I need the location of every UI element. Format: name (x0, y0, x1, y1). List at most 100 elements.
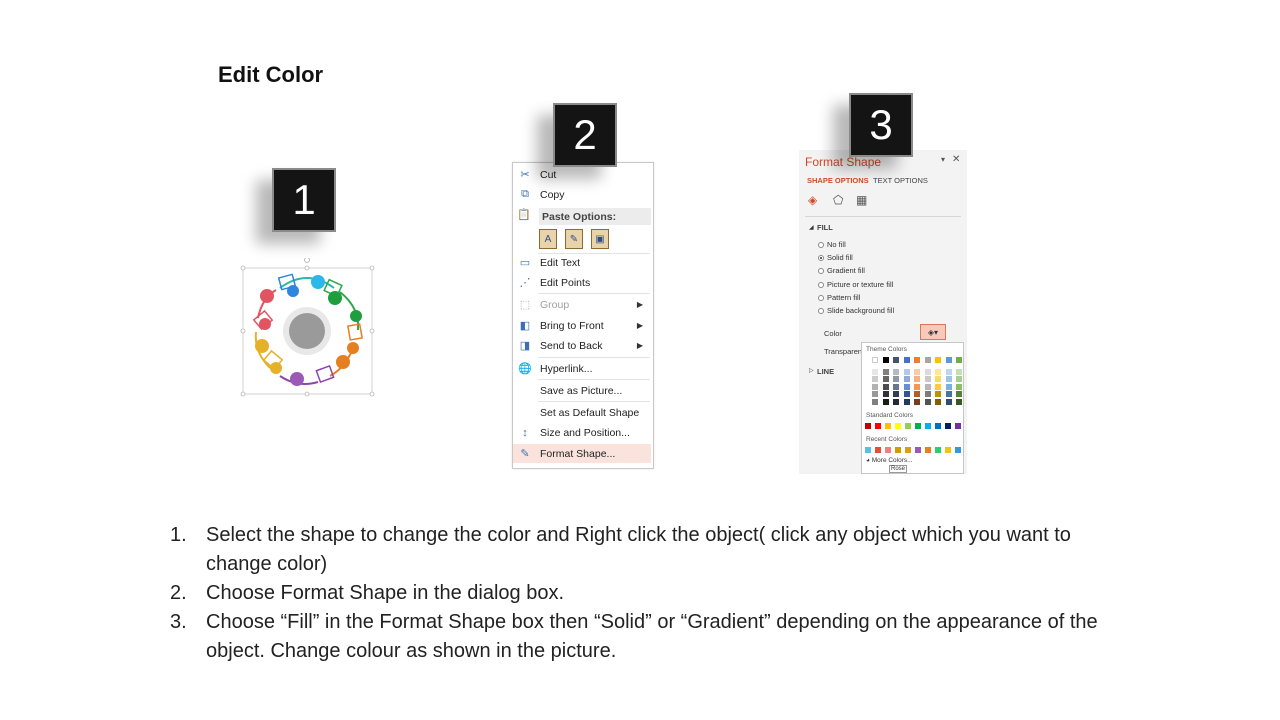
fill-line-icon[interactable]: ◈ (808, 193, 817, 207)
theme-color-swatch[interactable] (903, 368, 910, 375)
theme-color-swatch[interactable] (956, 357, 962, 363)
tab-shape-options[interactable]: SHAPE OPTIONS (807, 176, 869, 185)
radio-button[interactable] (818, 307, 824, 314)
menu-item-set-default-shape[interactable]: Set as Default Shape (513, 403, 651, 422)
theme-color-swatch[interactable] (882, 368, 889, 375)
theme-color-swatch[interactable] (903, 376, 910, 382)
circular-diagram-graphic[interactable] (240, 257, 375, 398)
theme-color-swatch[interactable] (872, 368, 878, 375)
theme-color-swatch[interactable] (945, 398, 952, 405)
standard-color-swatch[interactable] (935, 423, 941, 429)
theme-color-swatch[interactable] (882, 376, 889, 382)
fill-section-header[interactable]: FILL (817, 223, 833, 232)
theme-color-swatch[interactable] (956, 376, 962, 382)
theme-color-swatch[interactable] (914, 368, 920, 375)
theme-color-swatch[interactable] (882, 383, 889, 390)
theme-color-swatch[interactable] (914, 391, 920, 397)
theme-color-swatch[interactable] (956, 383, 962, 390)
theme-color-swatch[interactable] (882, 398, 889, 405)
theme-color-swatch[interactable] (945, 368, 952, 375)
theme-color-swatch[interactable] (893, 383, 899, 390)
selected-circular-shape[interactable] (240, 257, 375, 398)
theme-color-swatch[interactable] (956, 368, 962, 375)
line-section-header[interactable]: LINE (817, 367, 834, 376)
theme-color-swatch[interactable] (872, 383, 878, 390)
radio-picture-fill[interactable]: Picture or texture fill (818, 280, 893, 289)
radio-button[interactable] (818, 241, 824, 248)
standard-color-swatch[interactable] (905, 423, 911, 429)
theme-color-swatch[interactable] (945, 357, 952, 363)
standard-color-swatch[interactable] (885, 423, 891, 429)
recent-color-swatch[interactable] (925, 447, 931, 453)
more-colors-option[interactable]: ◕ More Colors... (866, 457, 913, 464)
theme-color-swatch[interactable] (914, 398, 920, 405)
theme-color-swatch[interactable] (945, 376, 952, 382)
theme-color-swatch[interactable] (914, 383, 920, 390)
radio-button[interactable] (818, 267, 824, 274)
theme-color-swatch[interactable] (935, 376, 941, 382)
menu-item-size-position[interactable]: ↕ Size and Position... (513, 423, 651, 442)
radio-button[interactable] (818, 294, 824, 301)
menu-item-save-as-picture[interactable]: Save as Picture... (513, 381, 651, 400)
theme-color-swatch[interactable] (924, 368, 931, 375)
theme-color-swatch[interactable] (903, 357, 910, 363)
radio-slide-background-fill[interactable]: Slide background fill (818, 306, 894, 315)
close-icon[interactable]: ✕ (952, 154, 960, 165)
theme-color-swatch[interactable] (903, 398, 910, 405)
pane-options-icon[interactable]: ▾ (941, 155, 945, 164)
standard-color-swatch[interactable] (865, 423, 871, 429)
menu-item-edit-points[interactable]: ⋰ Edit Points (513, 273, 651, 292)
theme-color-swatch[interactable] (893, 391, 899, 397)
recent-color-swatch[interactable] (905, 447, 911, 453)
standard-color-swatch[interactable] (915, 423, 921, 429)
standard-color-swatch[interactable] (955, 423, 961, 429)
theme-color-swatch[interactable] (924, 357, 931, 363)
radio-no-fill[interactable]: No fill (818, 240, 846, 249)
recent-color-swatch[interactable] (935, 447, 941, 453)
radio-button[interactable] (818, 254, 824, 261)
recent-color-swatch[interactable] (885, 447, 891, 453)
theme-color-swatch[interactable] (924, 376, 931, 382)
expand-arrow-icon[interactable]: ▷ (809, 367, 814, 374)
paste-picture-icon[interactable]: ▣ (591, 229, 609, 249)
theme-color-swatch[interactable] (872, 398, 878, 405)
recent-color-swatch[interactable] (875, 447, 881, 453)
theme-color-swatch[interactable] (893, 398, 899, 405)
menu-item-bring-to-front[interactable]: ◧ Bring to Front ▶ (513, 316, 651, 335)
fill-color-button[interactable]: ◈▾ (920, 324, 946, 340)
theme-color-swatch[interactable] (903, 383, 910, 390)
radio-gradient-fill[interactable]: Gradient fill (818, 266, 865, 275)
effects-icon[interactable]: ⬠ (833, 193, 843, 207)
theme-color-swatch[interactable] (945, 383, 952, 390)
theme-color-swatch[interactable] (935, 368, 941, 375)
theme-color-swatch[interactable] (882, 357, 889, 363)
menu-item-edit-text[interactable]: ▭ Edit Text (513, 253, 651, 272)
standard-color-swatch[interactable] (875, 423, 881, 429)
theme-color-swatch[interactable] (882, 391, 889, 397)
theme-color-swatch[interactable] (935, 383, 941, 390)
radio-solid-fill[interactable]: Solid fill (818, 253, 853, 262)
menu-item-copy[interactable]: ⧉ Copy (513, 185, 651, 204)
recent-color-swatch[interactable] (895, 447, 901, 453)
theme-color-swatch[interactable] (935, 357, 941, 363)
theme-color-swatch[interactable] (903, 391, 910, 397)
standard-color-swatch[interactable] (925, 423, 931, 429)
theme-color-swatch[interactable] (945, 391, 952, 397)
recent-color-swatch[interactable] (945, 447, 951, 453)
theme-color-swatch[interactable] (956, 391, 962, 397)
theme-color-swatch[interactable] (935, 391, 941, 397)
radio-button[interactable] (818, 281, 824, 288)
collapse-arrow-icon[interactable]: ◢ (809, 224, 814, 231)
theme-color-swatch[interactable] (924, 398, 931, 405)
theme-color-swatch[interactable] (893, 376, 899, 382)
theme-color-swatch[interactable] (872, 376, 878, 382)
theme-color-swatch[interactable] (956, 398, 962, 405)
tab-text-options[interactable]: TEXT OPTIONS (873, 176, 928, 185)
size-properties-icon[interactable]: ▦ (856, 193, 867, 207)
paste-use-destination-icon[interactable]: ✎ (565, 229, 583, 249)
theme-color-swatch[interactable] (893, 357, 899, 363)
radio-pattern-fill[interactable]: Pattern fill (818, 293, 860, 302)
paste-keep-source-icon[interactable]: A (539, 229, 557, 249)
theme-color-swatch[interactable] (914, 376, 920, 382)
theme-color-swatch[interactable] (924, 383, 931, 390)
